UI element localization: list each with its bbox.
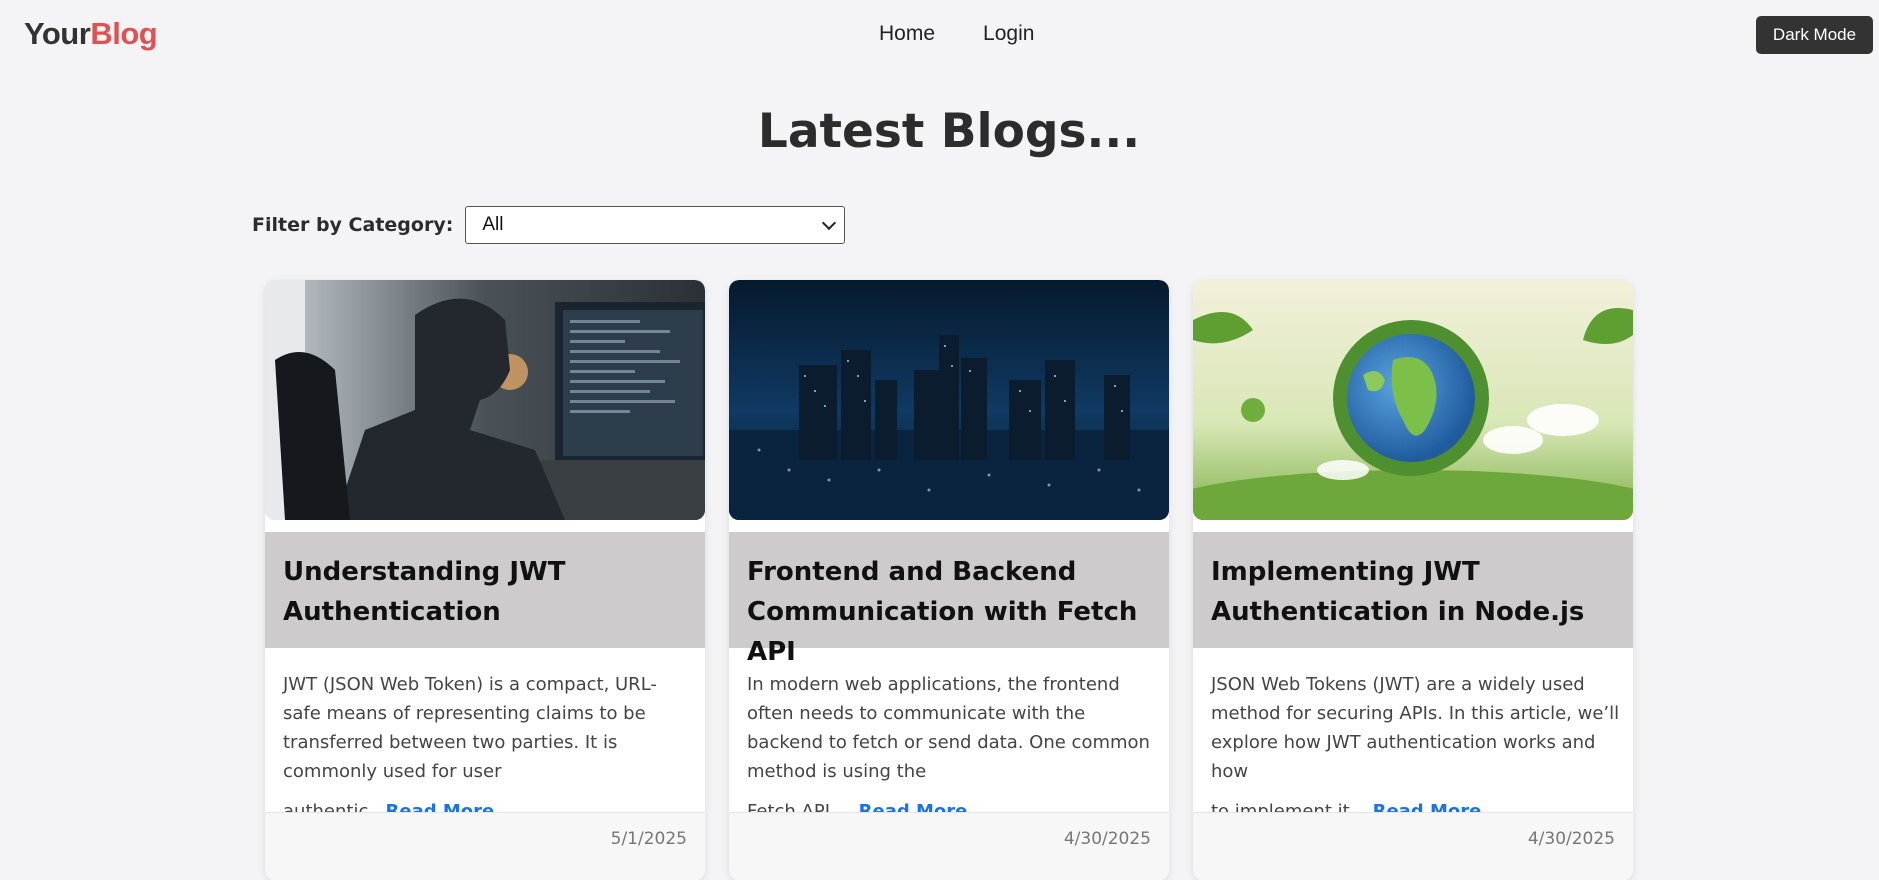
site-logo[interactable]: YourBlog bbox=[24, 16, 158, 52]
logo-text-your: Your bbox=[24, 16, 91, 51]
card-excerpt: JWT (JSON Web Token) is a compact, URL-s… bbox=[283, 670, 693, 826]
category-filter: Filter by Category: All bbox=[252, 206, 846, 244]
blog-card[interactable]: Frontend and Backend Communication with … bbox=[729, 280, 1169, 880]
navbar: YourBlog Home Login Dark Mode bbox=[0, 0, 1879, 70]
card-date: 4/30/2025 bbox=[1527, 829, 1615, 849]
card-title-area: Frontend and Backend Communication with … bbox=[729, 532, 1169, 667]
card-image-earth[interactable] bbox=[1193, 280, 1633, 520]
dark-mode-button[interactable]: Dark Mode bbox=[1756, 16, 1873, 54]
card-title-area: Implementing JWT Authentication in Node.… bbox=[1193, 532, 1633, 648]
card-excerpt: In modern web applications, the frontend… bbox=[747, 670, 1157, 826]
card-excerpt: JSON Web Tokens (JWT) are a widely used … bbox=[1211, 670, 1621, 826]
page-title: Latest Blogs... bbox=[757, 104, 1141, 159]
card-footer: 5/1/2025 bbox=[265, 812, 705, 880]
excerpt-text: JWT (JSON Web Token) is a compact, URL-s… bbox=[283, 674, 657, 782]
blog-card[interactable]: Implementing JWT Authentication in Node.… bbox=[1193, 280, 1633, 880]
blog-card[interactable]: Understanding JWT Authentication JWT (JS… bbox=[265, 280, 705, 880]
excerpt-text: In modern web applications, the frontend… bbox=[747, 674, 1150, 782]
card-title[interactable]: Understanding JWT Authentication bbox=[283, 552, 687, 632]
card-title[interactable]: Frontend and Backend Communication with … bbox=[747, 552, 1151, 672]
card-image-city[interactable] bbox=[729, 280, 1169, 520]
filter-label: Filter by Category: bbox=[252, 214, 454, 236]
excerpt-text: JSON Web Tokens (JWT) are a widely used … bbox=[1211, 674, 1620, 782]
chevron-down-icon bbox=[822, 215, 837, 230]
nav-links: Home Login bbox=[879, 22, 1034, 46]
nav-link-home[interactable]: Home bbox=[879, 22, 935, 46]
card-image-coding[interactable] bbox=[265, 280, 705, 520]
category-select[interactable]: All bbox=[465, 206, 846, 244]
card-title-area: Understanding JWT Authentication bbox=[265, 532, 705, 648]
card-footer: 4/30/2025 bbox=[729, 812, 1169, 880]
card-title[interactable]: Implementing JWT Authentication in Node.… bbox=[1211, 552, 1615, 632]
card-date: 5/1/2025 bbox=[610, 829, 687, 849]
card-date: 4/30/2025 bbox=[1063, 829, 1151, 849]
category-select-value: All bbox=[482, 214, 504, 235]
card-footer: 4/30/2025 bbox=[1193, 812, 1633, 880]
logo-text-blog: Blog bbox=[90, 16, 158, 51]
nav-link-login[interactable]: Login bbox=[983, 22, 1034, 46]
